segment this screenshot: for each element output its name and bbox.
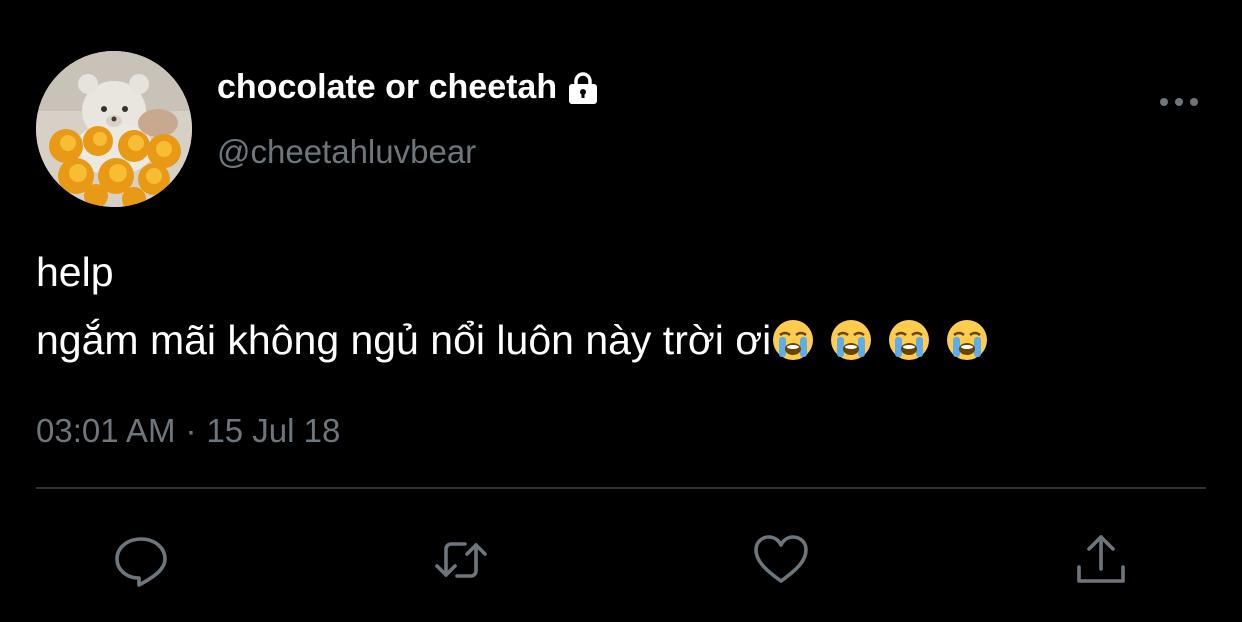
reply-button[interactable] xyxy=(111,530,171,590)
tweet-text-line-2: ngắm mãi không ngủ nổi luôn này trời ơi xyxy=(36,306,989,374)
loudly-crying-face-icon xyxy=(947,320,988,360)
loudly-crying-face-icon xyxy=(773,320,814,360)
display-name[interactable]: chocolate or cheetah xyxy=(217,68,601,107)
emoji-group xyxy=(771,317,989,363)
tweet-date: 15 Jul 18 xyxy=(206,412,341,449)
tweet-text-line-2-text: ngắm mãi không ngủ nổi luôn này trời ơi xyxy=(36,317,772,363)
avatar[interactable] xyxy=(36,51,192,207)
more-options-icon[interactable] xyxy=(1158,92,1200,112)
timestamp-separator: · xyxy=(185,412,197,449)
like-button[interactable] xyxy=(751,530,811,590)
timestamp[interactable]: 03:01 AM · 15 Jul 18 xyxy=(36,412,340,450)
loudly-crying-face-icon xyxy=(889,320,930,360)
retweet-button[interactable] xyxy=(431,530,491,590)
tweet-text-line-1: help xyxy=(36,249,114,295)
display-name-text: chocolate or cheetah xyxy=(217,68,558,106)
tweet-card: chocolate or cheetah @cheetahluvbear hel… xyxy=(0,0,1242,622)
heart-icon xyxy=(754,535,808,583)
tweet-text: help ngắm mãi không ngủ nổi luôn này trờ… xyxy=(36,238,989,374)
lock-icon xyxy=(565,70,601,106)
user-handle[interactable]: @cheetahluvbear xyxy=(217,133,476,171)
share-button[interactable] xyxy=(1071,530,1131,590)
loudly-crying-face-icon xyxy=(831,320,872,360)
reply-icon xyxy=(115,537,167,587)
retweet-icon xyxy=(435,542,487,578)
divider xyxy=(36,487,1206,489)
tweet-time: 03:01 AM xyxy=(36,412,176,449)
share-icon xyxy=(1077,535,1125,583)
